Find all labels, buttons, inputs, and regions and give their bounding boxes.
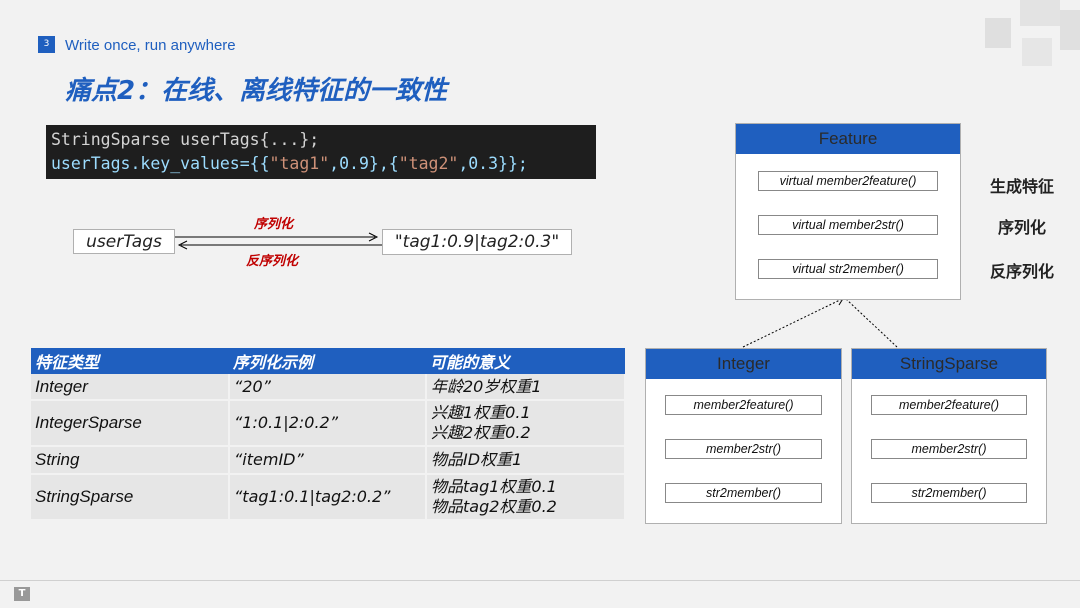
integer-class-title: Integer — [646, 349, 841, 379]
integer-method-member2str: member2str() — [665, 439, 822, 459]
feature-type-cell: Integer — [31, 374, 230, 401]
corner-decoration — [1022, 38, 1052, 66]
footer-logo: T — [14, 587, 30, 601]
slide-subtitle: Write once, run anywhere — [65, 37, 236, 54]
stringsparse-method-member2feature: member2feature() — [871, 395, 1027, 415]
feature-type-cell: String — [31, 446, 230, 475]
meaning-cell: 兴趣1权重0.1 兴趣2权重0.2 — [426, 400, 626, 447]
meaning-cell: 物品ID权重1 — [426, 446, 626, 475]
stringsparse-method-member2str: member2str() — [871, 439, 1027, 459]
integer-method-str2member: str2member() — [665, 483, 822, 503]
flow-arrows — [175, 232, 382, 250]
table-header: 特征类型 — [31, 348, 229, 374]
meaning-line: 年龄20岁权重1 — [431, 376, 542, 396]
integer-method-member2feature: member2feature() — [665, 395, 822, 415]
code-line-1: StringSparse userTags{...}; — [51, 130, 320, 149]
label-serialize: 序列化 — [998, 218, 1047, 237]
feature-method-member2feature: virtual member2feature() — [758, 171, 938, 191]
inheritance-arrows — [742, 296, 898, 348]
table-row: IntegerSparse “1:0.1|2:0.2” 兴趣1权重0.1 兴趣2权… — [31, 400, 626, 447]
table-row: Integer “20” 年龄20岁权重1 — [31, 374, 626, 401]
flow-right-box: "tag1:0.9|tag2:0.3" — [382, 229, 572, 255]
slide-title: 痛点2：在线、离线特征的一致性 — [65, 76, 448, 106]
table-row: StringSparse “tag1:0.1|tag2:0.2” 物品tag1权… — [31, 474, 626, 521]
meaning-cell: 年龄20岁权重1 — [426, 374, 626, 401]
feature-method-str2member: virtual str2member() — [758, 259, 938, 279]
feature-type-cell: IntegerSparse — [31, 400, 230, 447]
feature-type-cell: StringSparse — [31, 474, 230, 521]
code-string-tag1: "tag1" — [269, 154, 330, 173]
feature-type-table: 特征类型 序列化示例 可能的意义 Integer “20” 年龄20岁权重1 I… — [31, 348, 626, 521]
meaning-line: 物品tag2权重0.2 — [431, 497, 557, 516]
flow-left-box: userTags — [73, 229, 175, 254]
example-cell: “1:0.1|2:0.2” — [229, 400, 427, 447]
table-header-row: 特征类型 序列化示例 可能的意义 — [31, 348, 625, 374]
feature-class-title: Feature — [736, 124, 960, 154]
stringsparse-method-str2member: str2member() — [871, 483, 1027, 503]
code-string-tag2: "tag2" — [398, 154, 459, 173]
feature-method-member2str: virtual member2str() — [758, 215, 938, 235]
meaning-line: 兴趣1权重0.1 — [431, 403, 531, 422]
code-block: StringSparse userTags{...}; userTags.key… — [46, 125, 596, 179]
meaning-cell: 物品tag1权重0.1 物品tag2权重0.2 — [426, 474, 626, 521]
example-cell: “tag1:0.1|tag2:0.2” — [229, 474, 427, 521]
corner-decoration — [1060, 10, 1080, 50]
meaning-line: 物品ID权重1 — [431, 450, 523, 469]
code-line-2-part-a: userTags.key_values={{ — [51, 154, 270, 173]
example-cell: “20” — [229, 374, 427, 401]
table-header: 可能的意义 — [426, 348, 625, 374]
meaning-line: 兴趣2权重0.2 — [431, 423, 531, 442]
slide-number: 3 — [38, 36, 55, 53]
corner-decoration — [1020, 0, 1060, 26]
code-line-2-part-c: ,0.3}}; — [458, 154, 528, 173]
example-cell: “itemID” — [229, 446, 427, 475]
serialize-label: 序列化 — [254, 217, 294, 232]
corner-decoration — [985, 18, 1011, 48]
stringsparse-class-title: StringSparse — [852, 349, 1046, 379]
table-row: String “itemID” 物品ID权重1 — [31, 446, 626, 475]
table-header: 序列化示例 — [229, 348, 426, 374]
label-deserialize: 反序列化 — [990, 262, 1055, 281]
footer-divider — [0, 580, 1080, 581]
label-generate-feature: 生成特征 — [990, 177, 1055, 196]
meaning-line: 物品tag1权重0.1 — [431, 477, 557, 496]
deserialize-label: 反序列化 — [246, 254, 299, 269]
code-line-2-part-b: ,0.9},{ — [329, 154, 399, 173]
